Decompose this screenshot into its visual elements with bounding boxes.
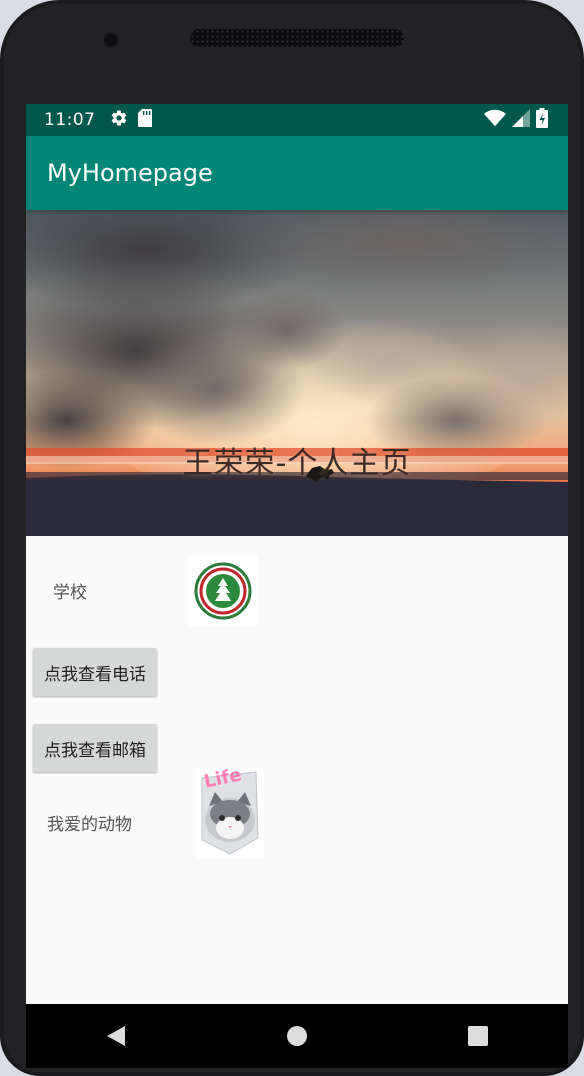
view-email-button[interactable]: 点我查看邮箱 (33, 724, 157, 772)
phone-screen: 11:07 MyHomepage 王荣荣-个人主页 学校 点我查看电话 点我查看… (26, 104, 568, 1068)
header-title: 王荣荣-个人主页 (182, 446, 412, 481)
cat-image: Life (196, 764, 264, 858)
back-icon (107, 1026, 126, 1046)
recents-icon (467, 1026, 488, 1046)
earpiece-speaker (190, 29, 404, 47)
home-button[interactable] (267, 1006, 327, 1066)
view-phone-button[interactable]: 点我查看电话 (33, 648, 157, 696)
header-banner: 王荣荣-个人主页 (26, 210, 568, 536)
cell-signal-icon (512, 109, 530, 131)
status-right-icons (484, 108, 548, 132)
battery-icon (536, 108, 548, 132)
pet-label: 我爱的动物 (47, 815, 132, 835)
wifi-icon (484, 109, 506, 131)
school-label: 学校 (53, 583, 87, 603)
gear-icon (110, 109, 128, 131)
phone-frame: 11:07 MyHomepage 王荣荣-个人主页 学校 点我查看电话 点我查看… (0, 0, 584, 1076)
status-bar: 11:07 (26, 104, 568, 136)
sd-card-icon (137, 109, 152, 131)
back-button[interactable] (86, 1006, 146, 1066)
front-camera (103, 32, 119, 48)
app-title: MyHomepage (47, 159, 213, 187)
app-bar: MyHomepage (26, 136, 568, 210)
recents-button[interactable] (448, 1006, 508, 1066)
header-background-image (26, 210, 568, 536)
home-icon (286, 1026, 307, 1046)
school-logo-image (188, 556, 258, 626)
status-time: 11:07 (44, 110, 96, 130)
navigation-bar (26, 1004, 568, 1068)
